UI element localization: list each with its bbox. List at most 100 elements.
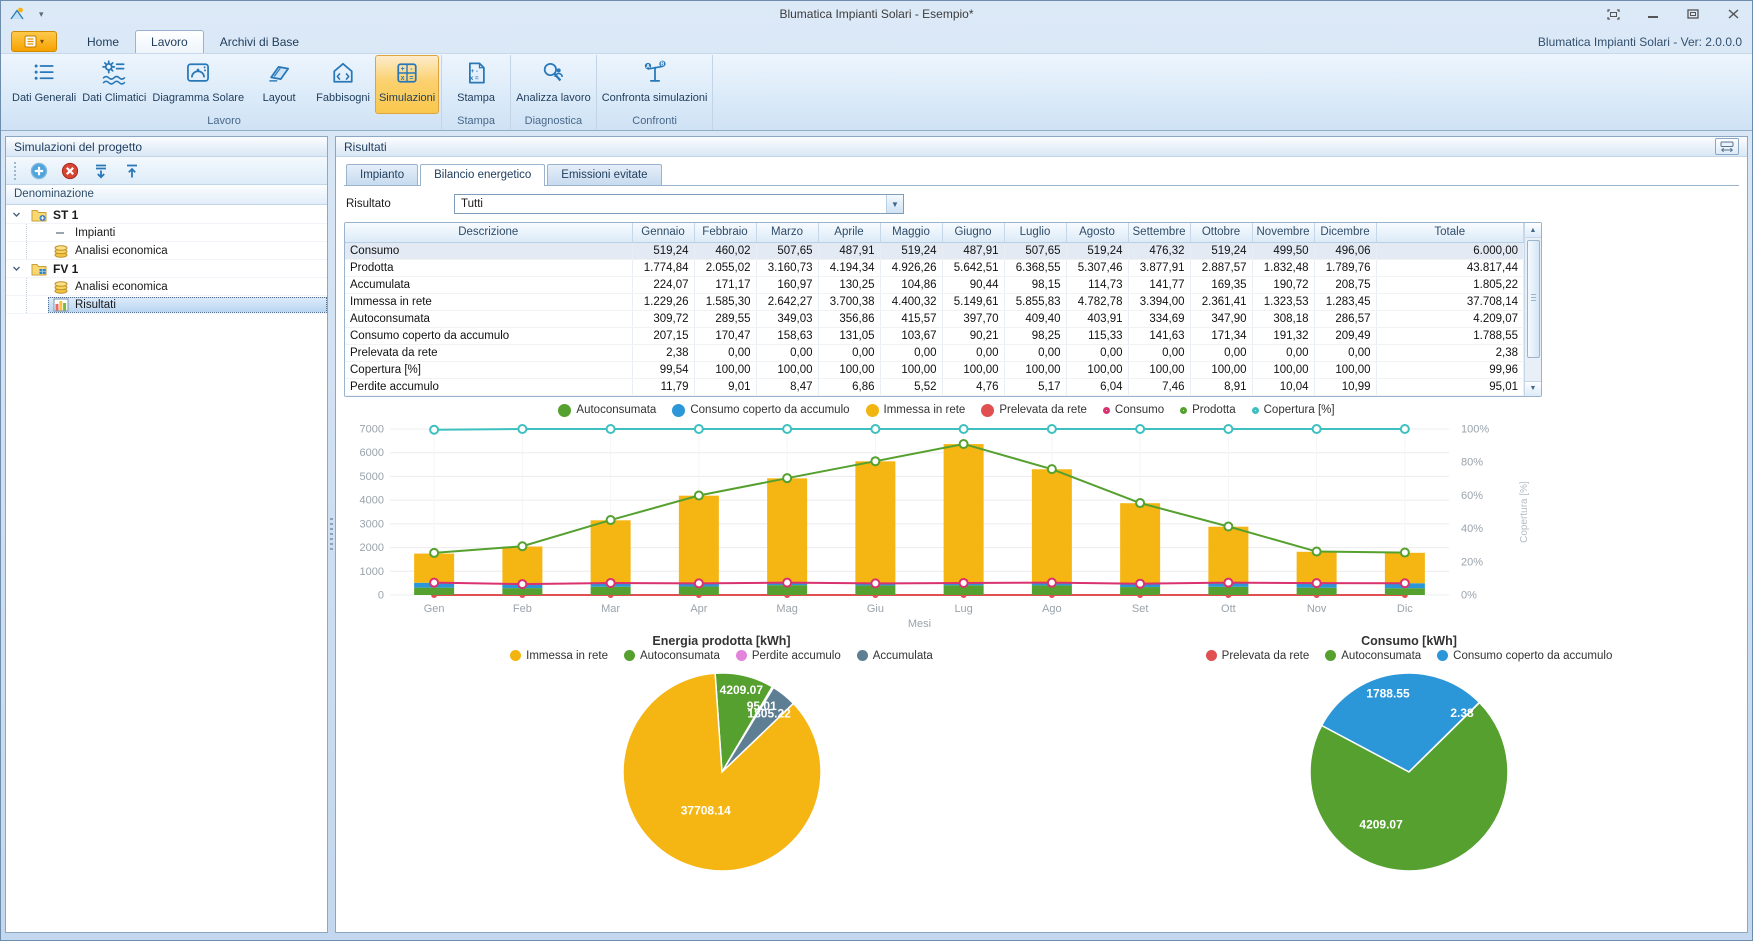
column-header-novembre[interactable]: Novembre <box>1252 223 1314 242</box>
ribbon-button-simulazioni[interactable]: +-x= Simulazioni <box>375 55 439 114</box>
tree-item-analisi-economica[interactable]: Analisi economica <box>6 278 327 296</box>
row-total: 1.805,22 <box>1376 276 1524 293</box>
svg-text:2000: 2000 <box>360 542 384 554</box>
legend-item[interactable]: Consumo coperto da accumulo <box>672 404 849 417</box>
tree-item-analisi-economica[interactable]: Analisi economica <box>6 242 327 260</box>
tree-item-fv-1[interactable]: FV 1 <box>6 260 327 278</box>
svg-text:4000: 4000 <box>360 494 384 506</box>
column-header-marzo[interactable]: Marzo <box>756 223 818 242</box>
legend-item[interactable]: Autoconsumata <box>1325 650 1421 662</box>
consumption-pie-chart: 1788.552.384209.07 <box>1301 664 1517 880</box>
ribbon-button-confronta-simulazioni[interactable]: AB Confronta simulazioni <box>599 55 711 114</box>
legend-item[interactable]: Prelevata da rete <box>981 404 1087 417</box>
table-cell: 141,77 <box>1128 276 1190 293</box>
tab-impianto[interactable]: Impianto <box>346 164 418 185</box>
table-cell: 100,00 <box>1252 361 1314 378</box>
table-row[interactable]: Consumo519,24460,02507,65487,91519,24487… <box>345 242 1524 259</box>
legend-item[interactable]: Accumulata <box>857 650 933 662</box>
minimize-button[interactable] <box>1642 6 1664 22</box>
tree-item-risultati[interactable]: Risultati <box>6 296 327 314</box>
legend-label: Autoconsumata <box>1341 650 1421 662</box>
tree-item-content: Impianti <box>48 225 327 241</box>
close-button[interactable] <box>1722 6 1744 22</box>
column-header-febbraio[interactable]: Febbraio <box>694 223 756 242</box>
table-cell: 0,00 <box>1128 344 1190 361</box>
toolbar-grip[interactable] <box>14 162 17 180</box>
table-vertical-scrollbar[interactable]: ▲ ▼ <box>1524 223 1541 396</box>
splitter-grip-icon <box>330 518 333 552</box>
table-cell: 130,25 <box>818 276 880 293</box>
application-menu-button[interactable]: ▾ <box>11 31 57 52</box>
table-row[interactable]: Immessa in rete1.229,261.585,302.642,273… <box>345 293 1524 310</box>
legend-item[interactable]: Consumo coperto da accumulo <box>1437 650 1612 662</box>
column-header-descrizione[interactable]: Descrizione <box>345 223 632 242</box>
legend-item[interactable]: Consumo <box>1103 404 1164 416</box>
legend-item[interactable]: Autoconsumata <box>624 650 720 662</box>
tab-emissioni-evitate[interactable]: Emissioni evitate <box>547 164 661 185</box>
column-header-dicembre[interactable]: Dicembre <box>1314 223 1376 242</box>
ribbon-button-label: Layout <box>263 92 296 104</box>
column-header-agosto[interactable]: Agosto <box>1066 223 1128 242</box>
maximize-button[interactable] <box>1682 6 1704 22</box>
tree-indent <box>26 278 48 295</box>
panel-splitter[interactable] <box>328 136 335 933</box>
table-row[interactable]: Accumulata224,07171,17160,97130,25104,86… <box>345 276 1524 293</box>
table-cell: 4.194,34 <box>818 259 880 276</box>
table-row[interactable]: Prodotta1.774,842.055,023.160,734.194,34… <box>345 259 1524 276</box>
legend-item[interactable]: Autoconsumata <box>558 404 656 417</box>
legend-item[interactable]: Immessa in rete <box>866 404 966 417</box>
ribbon-button-layout[interactable]: Layout <box>247 55 311 114</box>
legend-item[interactable]: Copertura [%] <box>1252 404 1335 416</box>
ribbon-tab-archivi[interactable]: Archivi di Base <box>204 30 315 53</box>
table-row[interactable]: Perdite accumulo11,799,018,476,865,524,7… <box>345 378 1524 395</box>
legend-item[interactable]: Prelevata da rete <box>1206 650 1310 662</box>
panel-resize-button[interactable] <box>1715 138 1739 155</box>
ribbon-tab-lavoro[interactable]: Lavoro <box>135 30 204 53</box>
tree-item-impianti[interactable]: Impianti <box>6 224 327 242</box>
legend-item[interactable]: Perdite accumulo <box>736 650 841 662</box>
scroll-up-button[interactable]: ▲ <box>1525 223 1541 238</box>
column-header-giugno[interactable]: Giugno <box>942 223 1004 242</box>
column-header-luglio[interactable]: Luglio <box>1004 223 1066 242</box>
scrollbar-thumb[interactable] <box>1527 240 1540 358</box>
combobox-dropdown-button[interactable]: ▼ <box>886 195 903 213</box>
column-header-gennaio[interactable]: Gennaio <box>632 223 694 242</box>
table-row[interactable]: Prelevata da rete2,380,000,000,000,000,0… <box>345 344 1524 361</box>
legend-item[interactable]: Prodotta <box>1180 404 1235 416</box>
table-row[interactable]: Autoconsumata309,72289,55349,03356,86415… <box>345 310 1524 327</box>
tree-item-st-1[interactable]: ST 1 <box>6 206 327 224</box>
table-row[interactable]: Consumo coperto da accumulo207,15170,471… <box>345 327 1524 344</box>
tab-bilancio-energetico[interactable]: Bilancio energetico <box>420 164 545 186</box>
tree-expander-icon[interactable] <box>12 210 26 219</box>
tree-expander-icon[interactable] <box>12 264 26 273</box>
legend-item[interactable]: Immessa in rete <box>510 650 608 662</box>
add-simulation-button[interactable] <box>29 161 48 180</box>
table-cell: 4.782,78 <box>1066 293 1128 310</box>
table-cell: 349,03 <box>756 310 818 327</box>
ribbon-tab-home[interactable]: Home <box>71 30 135 53</box>
ribbon-button-dati-generali[interactable]: Dati Generali <box>9 55 79 114</box>
delete-simulation-button[interactable] <box>60 161 79 180</box>
result-filter-combobox[interactable]: Tutti ▼ <box>454 194 904 214</box>
scroll-down-button[interactable]: ▼ <box>1525 381 1541 396</box>
column-header-aprile[interactable]: Aprile <box>818 223 880 242</box>
move-to-top-button[interactable] <box>122 161 141 180</box>
column-header-settembre[interactable]: Settembre <box>1128 223 1190 242</box>
ribbon-button-dati-climatici[interactable]: Dati Climatici <box>79 55 149 114</box>
tree-item-label: Risultati <box>75 299 116 311</box>
ribbon-button-fabbisogni[interactable]: Fabbisogni <box>311 55 375 114</box>
table-cell: 10,99 <box>1314 378 1376 395</box>
table-row[interactable]: Copertura [%]99,54100,00100,00100,00100,… <box>345 361 1524 378</box>
column-header-ottobre[interactable]: Ottobre <box>1190 223 1252 242</box>
column-header-totale[interactable]: Totale <box>1376 223 1524 242</box>
ribbon-button-stampa[interactable]: + -x = Stampa <box>444 55 508 114</box>
column-header-maggio[interactable]: Maggio <box>880 223 942 242</box>
quick-access-caret-icon[interactable]: ▾ <box>39 9 44 20</box>
svg-text:1805.22: 1805.22 <box>747 706 791 720</box>
table-cell: 5.642,51 <box>942 259 1004 276</box>
fullscreen-button[interactable] <box>1602 6 1624 22</box>
move-to-bottom-button[interactable] <box>91 161 110 180</box>
table-cell: 208,75 <box>1314 276 1376 293</box>
ribbon-button-analizza-lavoro[interactable]: Analizza lavoro <box>513 55 594 114</box>
ribbon-button-diagramma-solare[interactable]: Diagramma Solare <box>149 55 247 114</box>
